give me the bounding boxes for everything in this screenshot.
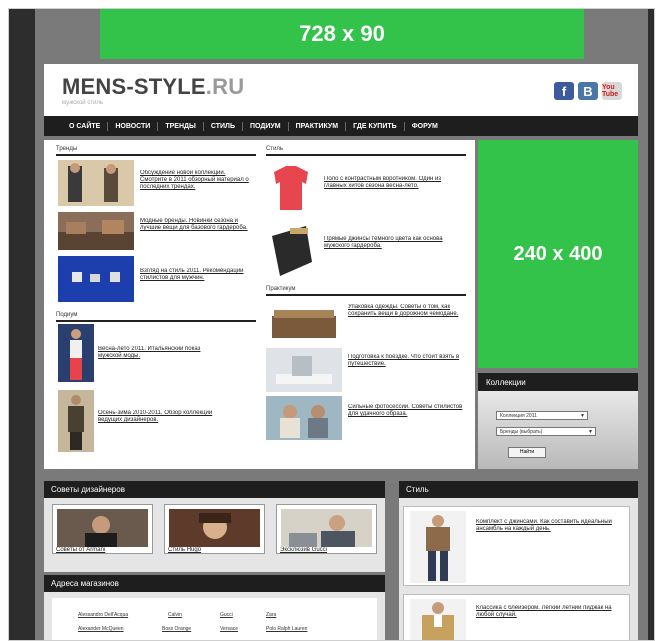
nav-podium[interactable]: ПОДИУМ	[243, 121, 289, 131]
logo-tld: .RU	[205, 74, 245, 99]
address-link[interactable]: Calvin	[168, 612, 182, 618]
trends-thumb-2[interactable]	[58, 212, 134, 250]
designers-title: Советы дизайнеров	[44, 481, 385, 498]
find-button[interactable]: Найти	[508, 447, 546, 458]
address-link[interactable]: Polo Ralph Lauren	[266, 626, 307, 632]
designer-card-2[interactable]: Стиль Hugo	[164, 504, 265, 554]
collections-panel: Коллекция 2011 ▼ Бренды (выбрать) ▼ Найти	[478, 391, 638, 469]
tagline: мужской стиль	[62, 100, 104, 106]
trends-rule	[56, 154, 256, 156]
designers-panel: Советы от Armani Стиль Hugo Эксклюзив Gu…	[44, 498, 385, 572]
trends-thumb-1[interactable]	[58, 160, 134, 206]
main-nav: О САЙТЕ НОВОСТИ ТРЕНДЫ СТИЛЬ ПОДИУМ ПРАК…	[44, 116, 638, 136]
practicum-caption-2[interactable]: Подготовка к поездке. Что стоит взять в …	[348, 354, 466, 386]
chevron-down-icon: ▼	[580, 413, 585, 419]
address-link[interactable]: Boss Orange	[162, 626, 191, 632]
site-header: MENS-STYLE.RU мужской стиль f B You Tube	[44, 64, 638, 116]
podium-thumb-1[interactable]	[58, 324, 94, 382]
addresses-title: Адреса магазинов	[44, 575, 385, 592]
designer-thumb-1	[57, 509, 148, 547]
style-panel-item[interactable]: Классика с блейзером. Лёгкий летний пидж…	[403, 594, 630, 640]
site-logo[interactable]: MENS-STYLE.RU	[62, 74, 244, 100]
practicum-caption-3[interactable]: Сильные фотосессии. Советы стилистов для…	[348, 404, 466, 432]
address-link[interactable]: Gucci	[220, 612, 233, 618]
podium-caption-2[interactable]: Осень-зима 2010-2011. Обзор коллекций ве…	[98, 410, 218, 434]
designer-caption-2: Стиль Hugo	[168, 547, 202, 553]
designer-card-3[interactable]: Эксклюзив Gucci	[276, 504, 377, 554]
nav-news[interactable]: НОВОСТИ	[108, 121, 159, 131]
vkontakte-icon[interactable]: B	[578, 82, 598, 100]
style-thumb-1[interactable]	[266, 162, 316, 214]
addresses-panel: Alessandro Dell'Acqua Calvin Gucci Zara …	[44, 592, 385, 640]
podium-title: Подиум	[56, 312, 78, 318]
ad-banner-side[interactable]: 240 x 400	[478, 140, 638, 368]
style-panel: Комплект с джинсами. Как составить идеал…	[399, 498, 638, 640]
style-panel-caption-2: Классика с блейзером. Лёгкий летний пидж…	[476, 605, 612, 618]
practicum-thumb-1[interactable]	[266, 300, 342, 344]
nav-trends[interactable]: ТРЕНДЫ	[158, 121, 204, 131]
designer-thumb-2	[169, 509, 260, 547]
site-canvas: 728 x 90 MENS-STYLE.RU мужской стиль f B…	[35, 9, 648, 640]
address-link[interactable]: Zara	[266, 612, 276, 618]
logo-main: MENS-STYLE	[62, 74, 206, 99]
main-content: Тренды Обсуждение новой коллекции. Смотр…	[44, 140, 475, 469]
facebook-icon[interactable]: f	[554, 82, 574, 100]
collection-select-value: Коллекция 2011	[500, 413, 537, 419]
style-rule	[266, 154, 466, 156]
podium-rule	[56, 320, 256, 322]
nav-where-to-buy[interactable]: ГДЕ КУПИТЬ	[346, 121, 405, 131]
style-panel-thumb-2	[410, 599, 466, 640]
ad-banner-top[interactable]: 728 x 90	[100, 9, 584, 59]
page-frame: 728 x 90 MENS-STYLE.RU мужской стиль f B…	[8, 8, 655, 641]
nav-practicum[interactable]: ПРАКТИКУМ	[289, 121, 347, 131]
style-title: Стиль	[266, 146, 284, 152]
trends-title: Тренды	[56, 146, 78, 152]
designer-caption-1: Советы от Armani	[56, 547, 106, 553]
style-thumb-2[interactable]	[266, 222, 316, 280]
chevron-down-icon: ▼	[588, 429, 593, 435]
trends-caption-1[interactable]: Обсуждение новой коллекции. Смотрите в 2…	[140, 170, 250, 194]
address-link[interactable]: Versace	[220, 626, 238, 632]
collections-title: Коллекции	[478, 373, 638, 391]
designer-thumb-3	[281, 509, 372, 547]
nav-forum[interactable]: ФОРУМ	[405, 122, 445, 131]
practicum-thumb-3[interactable]	[266, 396, 342, 440]
trends-thumb-3[interactable]	[58, 256, 134, 302]
practicum-caption-1[interactable]: Упаковка одежды. Советы о том, как сохра…	[348, 304, 466, 340]
address-link[interactable]: Alexander McQueen	[78, 626, 124, 632]
nav-about[interactable]: О САЙТЕ	[62, 121, 109, 131]
addresses-list: Alessandro Dell'Acqua Calvin Gucci Zara …	[52, 598, 377, 640]
practicum-thumb-2[interactable]	[266, 348, 342, 392]
podium-thumb-2[interactable]	[58, 390, 94, 452]
collection-select[interactable]: Коллекция 2011 ▼	[496, 411, 588, 420]
style-panel-thumb-1	[410, 511, 466, 583]
trends-caption-3[interactable]: Взгляд на стиль 2011. Рекомендации стили…	[140, 268, 250, 292]
trends-caption-2[interactable]: Модные бренды. Новинки сезона и лучшие в…	[140, 218, 250, 242]
style-caption-1[interactable]: Поло с контрастным воротником. Один из г…	[324, 176, 464, 200]
nav-style[interactable]: СТИЛЬ	[204, 121, 243, 131]
podium-caption-1[interactable]: Весна-лето 2011. Итальянский показ мужск…	[98, 346, 218, 362]
youtube-icon[interactable]: You Tube	[602, 82, 622, 100]
social-links: f B You Tube	[554, 82, 622, 100]
style-panel-title: Стиль	[399, 481, 638, 498]
designer-card-1[interactable]: Советы от Armani	[52, 504, 153, 554]
practicum-rule	[266, 294, 466, 296]
brand-select-value: Бренды (выбрать)	[500, 429, 543, 435]
style-caption-2[interactable]: Прямые джинсы тёмного цвета как основа м…	[324, 236, 464, 260]
style-panel-item[interactable]: Комплект с джинсами. Как составить идеал…	[403, 506, 630, 586]
designer-caption-3: Эксклюзив Gucci	[280, 547, 327, 553]
brand-select[interactable]: Бренды (выбрать) ▼	[496, 427, 596, 436]
style-panel-caption-1: Комплект с джинсами. Как составить идеал…	[476, 519, 612, 532]
practicum-title: Практикум	[266, 286, 296, 292]
address-link[interactable]: Alessandro Dell'Acqua	[78, 612, 128, 618]
left-edge	[9, 9, 35, 640]
